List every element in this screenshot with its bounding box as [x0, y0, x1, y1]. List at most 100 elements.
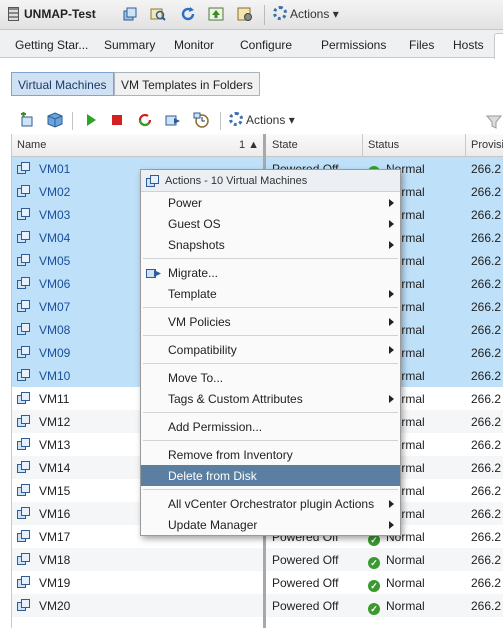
- new-vm-icon[interactable]: [122, 6, 138, 22]
- menu-item-migrate[interactable]: Migrate...: [141, 262, 400, 283]
- filter-icon[interactable]: [486, 114, 502, 130]
- table-row[interactable]: VM19 Powered Off ✓ Normal 266.2: [12, 571, 503, 594]
- toolbar-separator: [220, 112, 221, 130]
- menu-item-label: Remove from Inventory: [168, 448, 293, 462]
- menu-item-label: Snapshots: [168, 238, 225, 252]
- vm-icon: [146, 175, 159, 187]
- tab-permissions[interactable]: Permissions: [321, 38, 386, 52]
- menu-item-add-permission[interactable]: Add Permission...: [141, 416, 400, 437]
- submenu-arrow-icon: [389, 395, 394, 403]
- vm-status: ✓ Normal: [363, 548, 466, 571]
- menu-item-vm-policies[interactable]: VM Policies: [141, 311, 400, 332]
- vm-icon: [17, 507, 30, 519]
- migrate-icon[interactable]: [165, 112, 181, 128]
- menu-separator: [143, 489, 398, 490]
- vm-provisioned: 266.2: [471, 438, 502, 452]
- menu-item-guest-os[interactable]: Guest OS: [141, 213, 400, 234]
- submenu-arrow-icon: [389, 318, 394, 326]
- migrate-icon: [146, 269, 161, 278]
- tab-vms-active[interactable]: [494, 33, 503, 59]
- column-header-status[interactable]: Status: [363, 134, 466, 157]
- actions-menu-button[interactable]: Actions ▾: [273, 6, 339, 21]
- table-row[interactable]: VM20 Powered Off ✓ Normal 266.2: [12, 594, 503, 617]
- vm-state: Powered Off: [272, 553, 339, 567]
- menu-item-move-to[interactable]: Move To...: [141, 367, 400, 388]
- vm-provisioned: 266.2: [471, 323, 502, 337]
- vm-icon: [17, 300, 30, 312]
- menu-separator: [143, 258, 398, 259]
- vm-provisioned: 266.2: [471, 553, 502, 567]
- column-header-provisioned[interactable]: Provision: [466, 134, 503, 157]
- power-off-icon[interactable]: [109, 112, 125, 128]
- tab-files[interactable]: Files: [409, 38, 434, 52]
- tab-summary[interactable]: Summary: [104, 38, 155, 52]
- subtab-virtual-machines[interactable]: Virtual Machines: [11, 72, 114, 96]
- reset-icon[interactable]: [137, 112, 153, 128]
- menu-item-label: Tags & Custom Attributes: [168, 392, 303, 406]
- toolbar-separator: [264, 5, 265, 25]
- vm-icon: [17, 461, 30, 473]
- menu-item-template[interactable]: Template: [141, 283, 400, 304]
- vm-provisioned: 266.2: [471, 415, 502, 429]
- actions-label: Actions: [246, 113, 286, 127]
- vm-name-link[interactable]: VM18: [34, 548, 262, 571]
- menu-item-label: Update Manager: [168, 518, 258, 532]
- refresh-icon[interactable]: [180, 6, 196, 22]
- actions-dropdown-button[interactable]: Actions ▾: [229, 112, 295, 127]
- table-row[interactable]: VM18 Powered Off ✓ Normal 266.2: [12, 548, 503, 571]
- menu-item-label: Guest OS: [168, 217, 221, 231]
- new-vm-icon[interactable]: [19, 112, 35, 128]
- gear-icon: [229, 112, 243, 126]
- deploy-ovf-icon[interactable]: [47, 112, 63, 128]
- menu-item-remove-from-inventory[interactable]: Remove from Inventory: [141, 444, 400, 465]
- tab-configure[interactable]: Configure: [240, 38, 292, 52]
- column-name-label: Name: [17, 139, 47, 151]
- menu-item-label: Template: [168, 287, 217, 301]
- search-vm-icon[interactable]: [150, 6, 166, 22]
- schedule-task-icon[interactable]: [193, 112, 209, 128]
- vm-icon: [17, 162, 30, 174]
- menu-item-update-manager[interactable]: Update Manager: [141, 514, 400, 535]
- vm-icon: [17, 392, 30, 404]
- vm-icon: [17, 369, 30, 381]
- menu-item-tags-custom-attributes[interactable]: Tags & Custom Attributes: [141, 388, 400, 409]
- toolbar-separator: [72, 112, 73, 130]
- vm-provisioned: 266.2: [471, 576, 502, 590]
- column-header-name[interactable]: Name 1 ▲: [12, 134, 264, 157]
- subtab-vm-templates[interactable]: VM Templates in Folders: [114, 72, 260, 96]
- actions-label: Actions: [290, 7, 330, 21]
- menu-item-label: Move To...: [168, 371, 224, 385]
- column-header-state[interactable]: State: [267, 134, 363, 157]
- vm-status-label: Normal: [386, 553, 425, 567]
- vm-state: Powered Off: [272, 599, 339, 613]
- vm-name-link[interactable]: VM19: [34, 571, 262, 594]
- menu-item-delete-from-disk[interactable]: Delete from Disk: [141, 465, 400, 486]
- menu-item-snapshots[interactable]: Snapshots: [141, 234, 400, 255]
- menu-item-compatibility[interactable]: Compatibility: [141, 339, 400, 360]
- window-title: UNMAP-Test: [24, 7, 96, 21]
- vm-provisioned: 266.2: [471, 162, 502, 176]
- vm-provisioned: 266.2: [471, 231, 502, 245]
- vm-provisioned: 266.2: [471, 530, 502, 544]
- title-bar: UNMAP-Test Actions ▾: [0, 0, 503, 30]
- status-ok-icon: ✓: [368, 557, 380, 569]
- vm-name-link[interactable]: VM20: [34, 594, 262, 617]
- vm-icon: [17, 346, 30, 358]
- power-on-icon[interactable]: [83, 112, 99, 128]
- gear-icon: [273, 6, 287, 20]
- tab-hosts[interactable]: Hosts: [453, 38, 484, 52]
- vm-provisioned: 266.2: [471, 369, 502, 383]
- menu-item-label: Delete from Disk: [168, 469, 257, 483]
- vm-icon: [17, 576, 30, 588]
- vm-icon: [17, 530, 30, 542]
- upload-icon[interactable]: [208, 6, 224, 22]
- submenu-arrow-icon: [389, 521, 394, 529]
- vm-icon: [17, 231, 30, 243]
- vm-provisioned: 266.2: [471, 254, 502, 268]
- menu-item-all-vcenter-orchestrator-plugin-actions[interactable]: All vCenter Orchestrator plugin Actions: [141, 493, 400, 514]
- menu-item-power[interactable]: Power: [141, 192, 400, 213]
- settings-icon[interactable]: [237, 6, 253, 22]
- tab-monitor[interactable]: Monitor: [174, 38, 214, 52]
- submenu-arrow-icon: [389, 290, 394, 298]
- tab-getting-started[interactable]: Getting Star...: [15, 38, 88, 52]
